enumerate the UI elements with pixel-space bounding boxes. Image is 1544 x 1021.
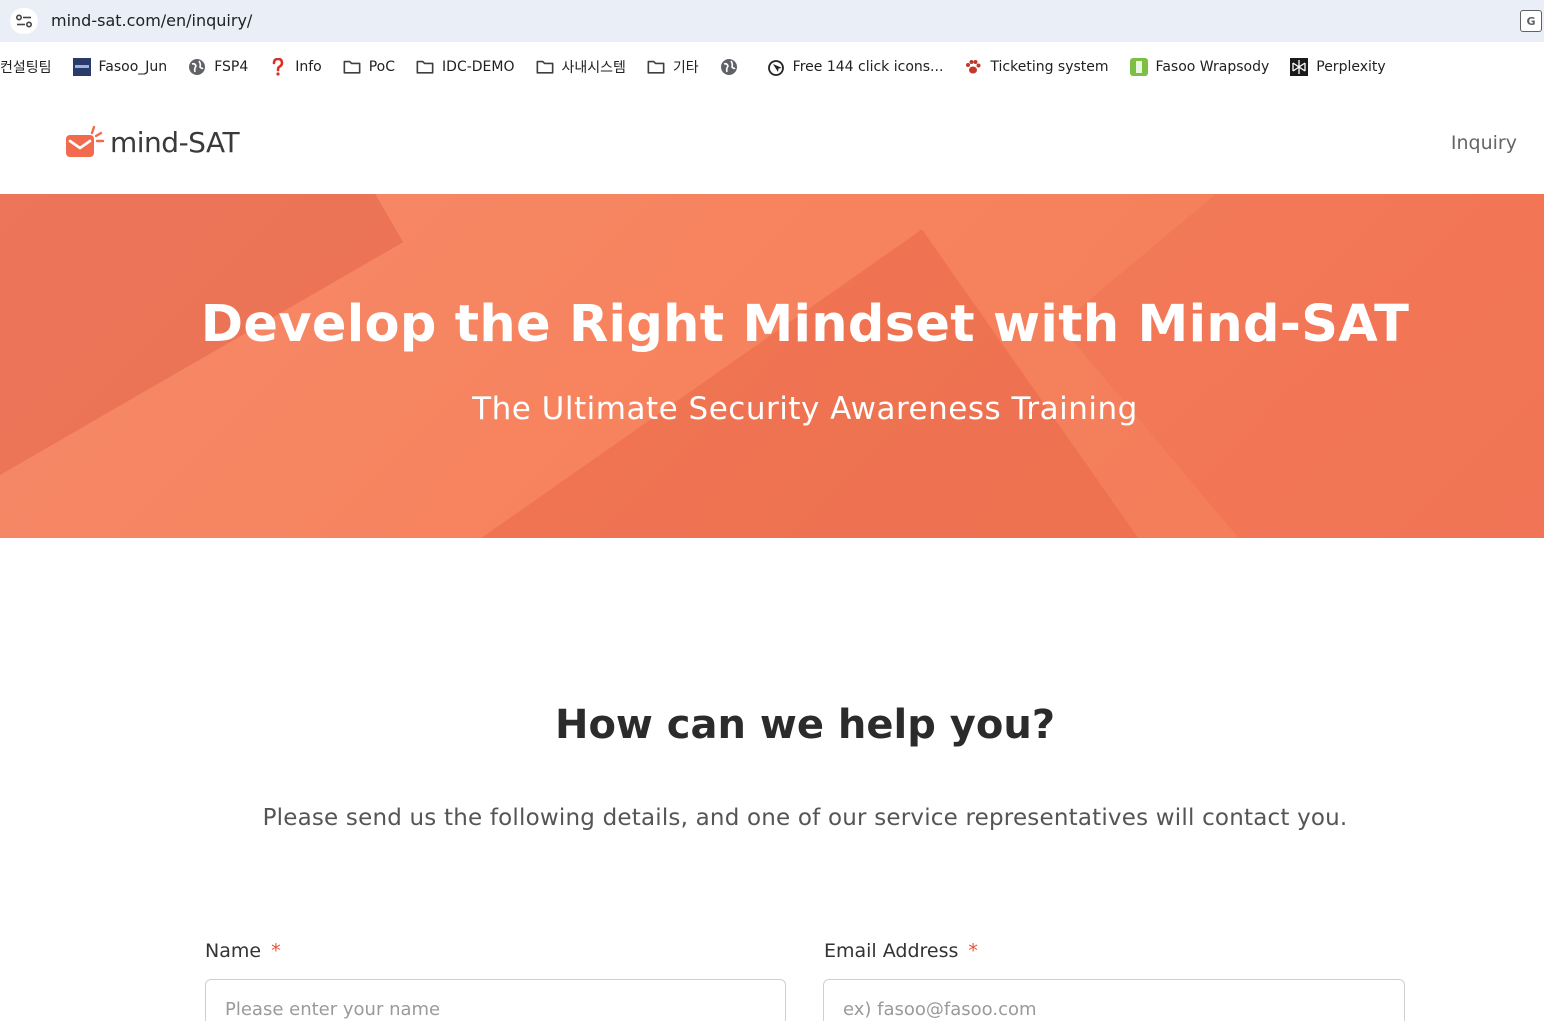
translate-icon[interactable]: G <box>1520 10 1542 32</box>
bookmark-folder-etc[interactable]: 기타 <box>647 54 699 80</box>
hero-banner: Develop the Right Mindset with Mind-SAT … <box>0 194 1544 538</box>
mind-sat-logo[interactable]: mind-SAT <box>66 125 240 159</box>
folder-icon <box>343 58 361 76</box>
hero-decoration <box>1059 194 1544 538</box>
bookmark-label: Info <box>295 59 322 75</box>
bookmark-fasoo-wrapsody[interactable]: Fasoo Wrapsody <box>1129 54 1270 80</box>
paw-icon <box>964 58 982 76</box>
bookmark-globe[interactable] <box>720 54 746 80</box>
bookmark-folder-idc-demo[interactable]: IDC-DEMO <box>416 54 515 80</box>
page-subtitle: Please send us the following details, an… <box>262 805 1348 831</box>
perplexity-icon <box>1290 58 1309 76</box>
bookmark-label: 컨설팅팀 <box>0 60 52 76</box>
bookmark-consulting-team[interactable]: 컨설팅팀 <box>0 54 52 80</box>
email-label-text: Email Address <box>824 940 959 962</box>
site-settings-icon[interactable] <box>10 8 38 34</box>
page-title: How can we help you? <box>554 702 1056 748</box>
bookmark-label: PoC <box>368 59 396 75</box>
bookmark-ticketing-system[interactable]: Ticketing system <box>964 54 1109 80</box>
required-marker: * <box>968 940 978 962</box>
hero-subtitle: The Ultimate Security Awareness Training <box>472 391 1138 427</box>
folder-icon <box>536 58 554 76</box>
bookmark-folder-poc[interactable]: PoC <box>343 54 395 80</box>
bookmark-label: FSP4 <box>214 59 249 75</box>
site-header: mind-SAT Inquiry <box>0 92 1544 194</box>
fasoo-favicon-icon <box>72 58 91 76</box>
click-icon <box>767 58 785 76</box>
bookmark-fasoo-jun[interactable]: Fasoo_Jun <box>72 54 168 80</box>
folder-icon <box>647 58 665 76</box>
bookmark-label: Fasoo_Jun <box>98 59 168 75</box>
bookmark-info[interactable]: Info <box>269 54 322 80</box>
required-marker: * <box>271 940 281 962</box>
name-label-text: Name <box>205 940 262 962</box>
bookmark-label: 사내시스템 <box>561 60 626 76</box>
bookmark-label: Fasoo Wrapsody <box>1155 59 1270 75</box>
name-label: Name * <box>205 940 281 962</box>
address-url[interactable]: mind-sat.com/en/inquiry/ <box>51 11 252 30</box>
question-icon <box>269 58 287 76</box>
hero-decoration <box>0 194 404 538</box>
globe-icon <box>720 58 738 76</box>
bookmarks-bar: 컨설팅팀 Fasoo_Jun FSP4 Info PoC IDC-DEMO 사내… <box>0 42 1544 92</box>
bookmark-perplexity[interactable]: Perplexity <box>1290 54 1386 80</box>
bookmark-free-click-icons[interactable]: Free 144 click icons... <box>767 54 944 80</box>
mail-logo-icon <box>66 125 106 159</box>
bookmark-label: Perplexity <box>1316 59 1386 75</box>
logo-text: mind-SAT <box>110 125 240 159</box>
hero-decoration <box>348 229 1152 538</box>
bookmark-label: Ticketing system <box>990 59 1109 75</box>
bookmark-label: 기타 <box>672 60 699 76</box>
wrapsody-icon <box>1129 58 1148 76</box>
bookmark-label: Free 144 click icons... <box>792 59 944 75</box>
globe-icon <box>188 58 206 76</box>
browser-address-bar: mind-sat.com/en/inquiry/ G <box>0 0 1544 42</box>
email-label: Email Address * <box>824 940 978 962</box>
bookmark-label: IDC-DEMO <box>442 59 515 75</box>
email-input[interactable] <box>823 979 1405 1021</box>
folder-icon <box>416 58 434 76</box>
bookmark-folder-internal-systems[interactable]: 사내시스템 <box>536 54 626 80</box>
nav-inquiry-link[interactable]: Inquiry <box>1451 132 1517 154</box>
name-input[interactable] <box>205 979 786 1021</box>
bookmark-fsp4[interactable]: FSP4 <box>188 54 248 80</box>
hero-title: Develop the Right Mindset with Mind-SAT <box>200 295 1410 354</box>
